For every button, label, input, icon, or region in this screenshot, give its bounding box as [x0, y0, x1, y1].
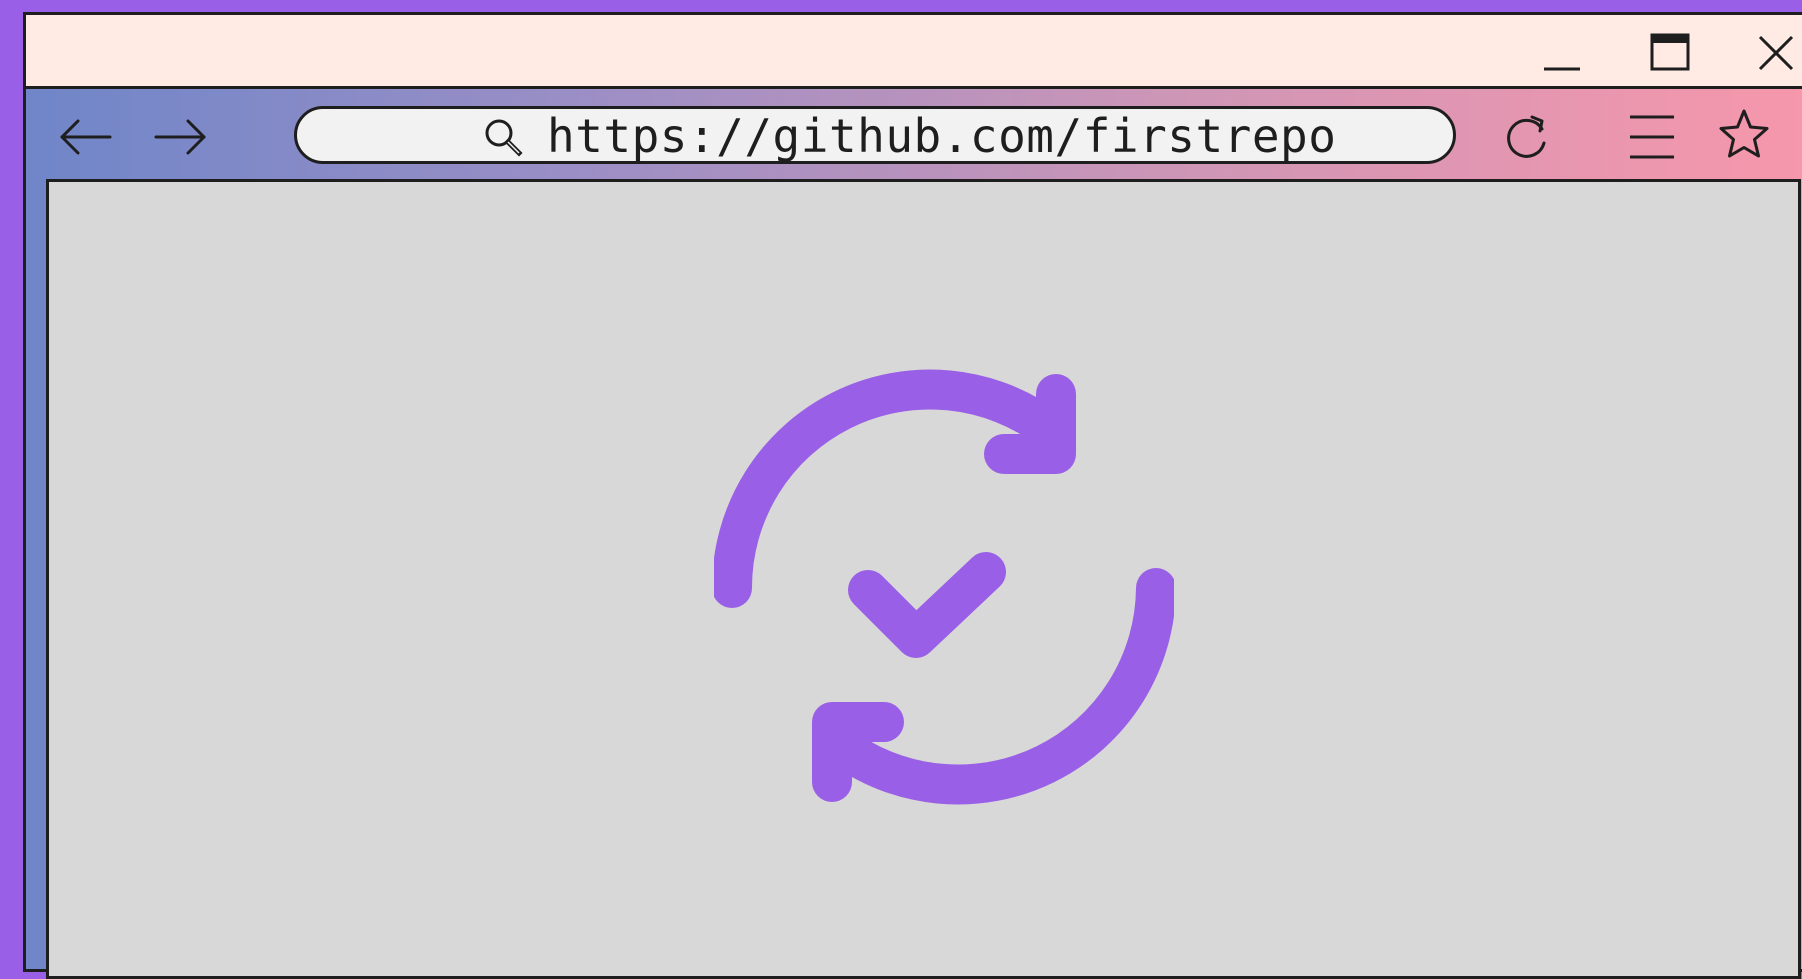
page-content: [46, 179, 1801, 979]
maximize-button[interactable]: [1648, 31, 1692, 75]
browser-window: https://github.com/firstrepo: [23, 12, 1802, 979]
forward-button[interactable]: [150, 107, 210, 167]
arrow-left-icon: [60, 119, 112, 155]
title-bar: [26, 15, 1802, 89]
back-button[interactable]: [56, 107, 116, 167]
reload-button[interactable]: [1496, 107, 1556, 167]
close-icon: [1758, 35, 1794, 71]
star-icon: [1719, 109, 1769, 158]
url-text[interactable]: https://github.com/firstrepo: [547, 109, 1336, 163]
minimize-icon: [1544, 67, 1580, 71]
arrow-right-icon: [154, 119, 206, 155]
search-icon: [485, 119, 523, 157]
browser-toolbar: https://github.com/firstrepo: [26, 89, 1802, 193]
minimize-button[interactable]: [1540, 31, 1584, 75]
reload-icon: [1507, 115, 1546, 158]
maximize-icon: [1650, 33, 1690, 71]
menu-button[interactable]: [1622, 107, 1682, 167]
bookmark-button[interactable]: [1714, 107, 1774, 167]
address-bar[interactable]: https://github.com/firstrepo: [294, 106, 1456, 164]
hamburger-menu-icon: [1630, 115, 1674, 159]
sync-check-icon: [714, 369, 1174, 805]
close-button[interactable]: [1754, 31, 1798, 75]
